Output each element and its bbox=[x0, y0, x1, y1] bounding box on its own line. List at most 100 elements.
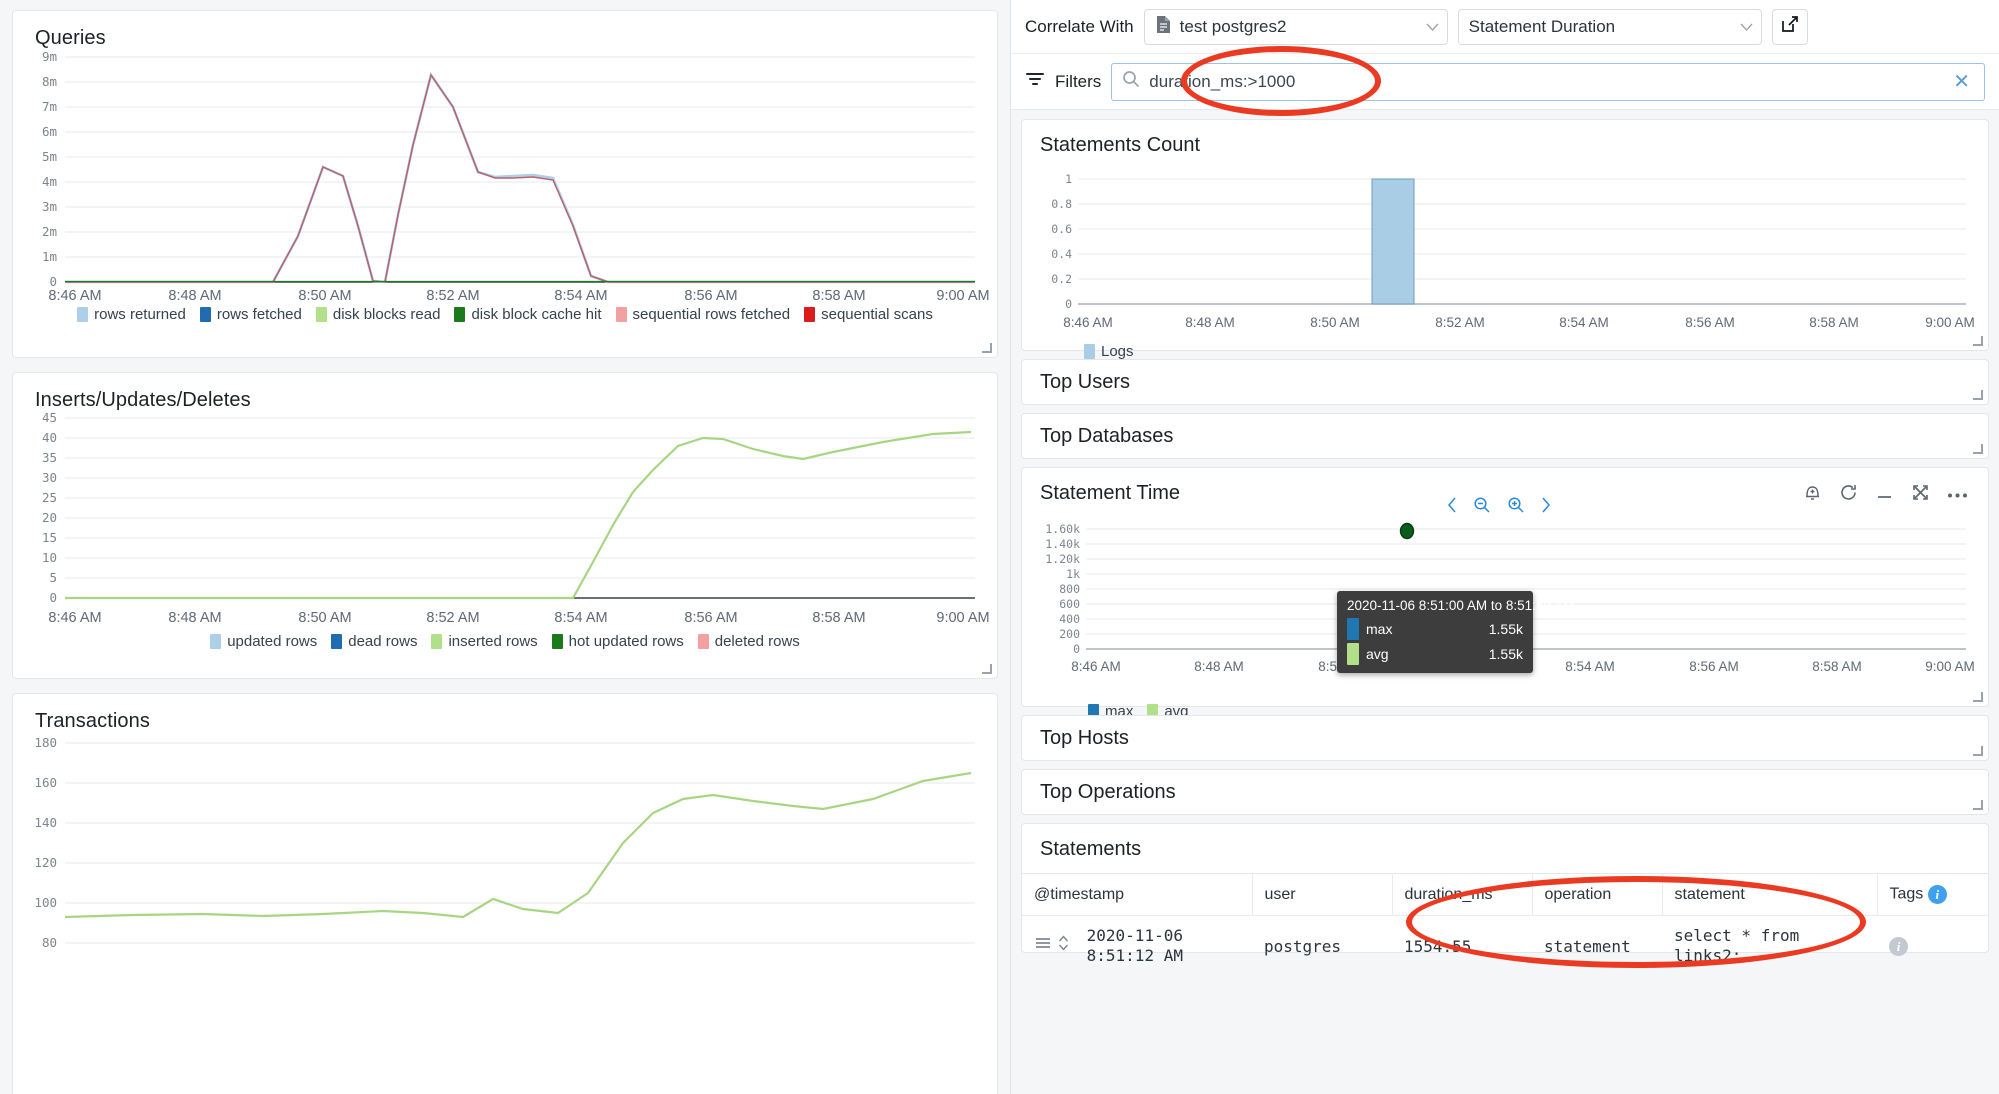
cell-statement: select * from links2; bbox=[1662, 915, 1877, 976]
resize-handle[interactable] bbox=[1974, 747, 1984, 757]
legend-swatch-icon bbox=[210, 634, 222, 649]
inserts-card-title: Inserts/Updates/Deletes bbox=[35, 389, 251, 411]
column-header-operation[interactable]: operation bbox=[1532, 873, 1663, 916]
legend-item[interactable]: disk block cache hit bbox=[454, 306, 602, 323]
column-header-tags[interactable]: Tags i bbox=[1877, 873, 1988, 916]
svg-text:8:54 AM: 8:54 AM bbox=[554, 288, 607, 300]
alert-bell-icon[interactable] bbox=[1803, 482, 1822, 507]
resize-handle[interactable] bbox=[983, 665, 993, 675]
legend-item[interactable]: rows fetched bbox=[199, 306, 302, 323]
legend-item[interactable]: deleted rows bbox=[697, 633, 800, 650]
svg-text:40: 40 bbox=[42, 430, 57, 445]
legend-item[interactable]: sequential scans bbox=[804, 306, 933, 323]
left-dashboard-pane: Queries 9m 8m 7m 6m 5m 4m 3m 2m 1m 0 8:4… bbox=[0, 0, 1010, 1094]
legend-item[interactable]: dead rows bbox=[331, 633, 417, 650]
statements-count-svg: 10.80.6 0.40.20 8:46 AM 8:48 AM 8:50 AM … bbox=[1051, 172, 1975, 330]
legend-label: sequential rows fetched bbox=[632, 306, 791, 323]
statement-time-title: Statement Time bbox=[1040, 482, 1181, 504]
svg-text:120: 120 bbox=[34, 855, 57, 870]
svg-text:35: 35 bbox=[42, 450, 57, 465]
tooltip-swatch-icon bbox=[1347, 643, 1359, 665]
svg-text:3m: 3m bbox=[42, 199, 57, 214]
info-icon[interactable]: i bbox=[1889, 937, 1908, 956]
svg-text:8:54 AM: 8:54 AM bbox=[554, 610, 607, 626]
legend-label: inserted rows bbox=[448, 633, 538, 650]
chevron-down-icon[interactable] bbox=[1426, 19, 1439, 34]
resize-handle[interactable] bbox=[983, 344, 993, 354]
svg-text:5: 5 bbox=[49, 570, 57, 585]
metric-select[interactable]: Statement Duration bbox=[1457, 8, 1762, 45]
next-icon[interactable] bbox=[1541, 497, 1551, 513]
svg-text:160: 160 bbox=[34, 775, 57, 790]
svg-text:8:46 AM: 8:46 AM bbox=[48, 610, 101, 626]
inserts-legend: updated rows dead rows inserted rows hot… bbox=[13, 627, 997, 660]
sort-updown-icon[interactable] bbox=[1058, 934, 1069, 956]
svg-text:8:48 AM: 8:48 AM bbox=[1185, 315, 1235, 330]
resize-handle[interactable] bbox=[1974, 801, 1984, 811]
legend-item[interactable]: Logs bbox=[1084, 343, 1134, 360]
svg-text:200: 200 bbox=[1059, 627, 1080, 641]
legend-item[interactable]: rows returned bbox=[77, 306, 186, 323]
legend-swatch-icon bbox=[551, 634, 563, 649]
svg-text:1.60k: 1.60k bbox=[1045, 522, 1080, 536]
legend-item[interactable]: hot updated rows bbox=[551, 633, 684, 650]
svg-text:4m: 4m bbox=[42, 174, 57, 189]
refresh-icon[interactable] bbox=[1839, 483, 1858, 507]
more-options-icon[interactable] bbox=[1947, 486, 1968, 504]
top-users-panel[interactable]: Top Users bbox=[1021, 359, 1989, 405]
open-external-button[interactable] bbox=[1771, 8, 1808, 45]
resize-handle[interactable] bbox=[1974, 693, 1984, 703]
legend-item[interactable]: updated rows bbox=[210, 633, 317, 650]
cell-timestamp: 2020-11-06 8:51:12 AM bbox=[1022, 915, 1252, 976]
svg-text:0.8: 0.8 bbox=[1051, 197, 1072, 211]
datasource-select[interactable]: test postgres2 bbox=[1143, 8, 1448, 45]
legend-swatch-icon bbox=[697, 634, 709, 649]
filters-bar: Filters duration_ms:>1000 ✕ bbox=[1011, 54, 1999, 110]
column-header-statement[interactable]: statement bbox=[1662, 873, 1878, 916]
transactions-chart[interactable]: 180 160 140 120 100 80 bbox=[13, 733, 997, 983]
column-header-user[interactable]: user bbox=[1252, 873, 1393, 916]
svg-text:8:56 AM: 8:56 AM bbox=[684, 610, 737, 626]
legend-label: disk block cache hit bbox=[471, 306, 602, 323]
legend-item[interactable]: inserted rows bbox=[431, 633, 538, 650]
minimize-icon[interactable] bbox=[1875, 483, 1894, 507]
filter-search-input[interactable]: duration_ms:>1000 ✕ bbox=[1111, 62, 1985, 101]
zoom-in-icon[interactable] bbox=[1507, 496, 1525, 514]
column-header-duration[interactable]: duration_ms bbox=[1392, 873, 1533, 916]
drag-handle-icon[interactable] bbox=[1034, 935, 1052, 955]
inserts-chart[interactable]: 45 40 35 30 25 20 15 10 5 0 8:46 AM 8:48… bbox=[13, 412, 997, 660]
svg-text:8:58 AM: 8:58 AM bbox=[1812, 659, 1862, 674]
table-row[interactable]: 2020-11-06 8:51:12 AM postgres 1554.55 s… bbox=[1022, 915, 1988, 976]
svg-text:8:48 AM: 8:48 AM bbox=[168, 288, 221, 300]
chevron-down-icon[interactable] bbox=[1740, 19, 1753, 34]
expand-icon[interactable] bbox=[1911, 483, 1930, 507]
info-icon[interactable]: i bbox=[1927, 885, 1947, 904]
resize-handle[interactable] bbox=[1974, 391, 1984, 401]
column-header-timestamp[interactable]: @timestamp bbox=[1022, 873, 1253, 916]
svg-text:8:54 AM: 8:54 AM bbox=[1565, 659, 1615, 674]
svg-text:25: 25 bbox=[42, 490, 57, 505]
zoom-out-icon[interactable] bbox=[1473, 496, 1491, 514]
svg-text:8:58 AM: 8:58 AM bbox=[812, 288, 865, 300]
resize-handle[interactable] bbox=[1974, 445, 1984, 455]
legend-swatch-icon bbox=[77, 307, 89, 322]
svg-text:8:54 AM: 8:54 AM bbox=[1559, 315, 1609, 330]
queries-chart[interactable]: 9m 8m 7m 6m 5m 4m 3m 2m 1m 0 8:46 AM 8:4… bbox=[13, 50, 997, 333]
top-hosts-panel[interactable]: Top Hosts bbox=[1021, 715, 1989, 761]
svg-text:8:52 AM: 8:52 AM bbox=[426, 610, 479, 626]
top-operations-panel[interactable]: Top Operations bbox=[1021, 769, 1989, 815]
prev-icon[interactable] bbox=[1447, 497, 1457, 513]
top-databases-panel[interactable]: Top Databases bbox=[1021, 413, 1989, 459]
svg-text:9:00 AM: 9:00 AM bbox=[1925, 315, 1975, 330]
legend-item[interactable]: sequential rows fetched bbox=[615, 306, 791, 323]
statements-count-chart[interactable]: 10.80.6 0.40.20 8:46 AM8:48 AM 8:50 bbox=[1022, 157, 1988, 370]
resize-handle[interactable] bbox=[1974, 337, 1984, 347]
close-icon[interactable]: ✕ bbox=[1953, 72, 1974, 92]
svg-text:1.40k: 1.40k bbox=[1045, 537, 1080, 551]
row-controls[interactable] bbox=[1034, 934, 1069, 956]
statements-count-panel: Statements Count 1 0.8 0.6 0.4 0.2 0 8:4… bbox=[1021, 119, 1989, 360]
statement-time-chart[interactable]: 1.60k 1.40k 1.20k 1k 800 600 400 200 0 8… bbox=[1022, 497, 1988, 730]
legend-item[interactable]: disk blocks read bbox=[315, 306, 440, 323]
svg-text:9:00 AM: 9:00 AM bbox=[936, 610, 989, 626]
external-link-icon bbox=[1781, 15, 1799, 38]
